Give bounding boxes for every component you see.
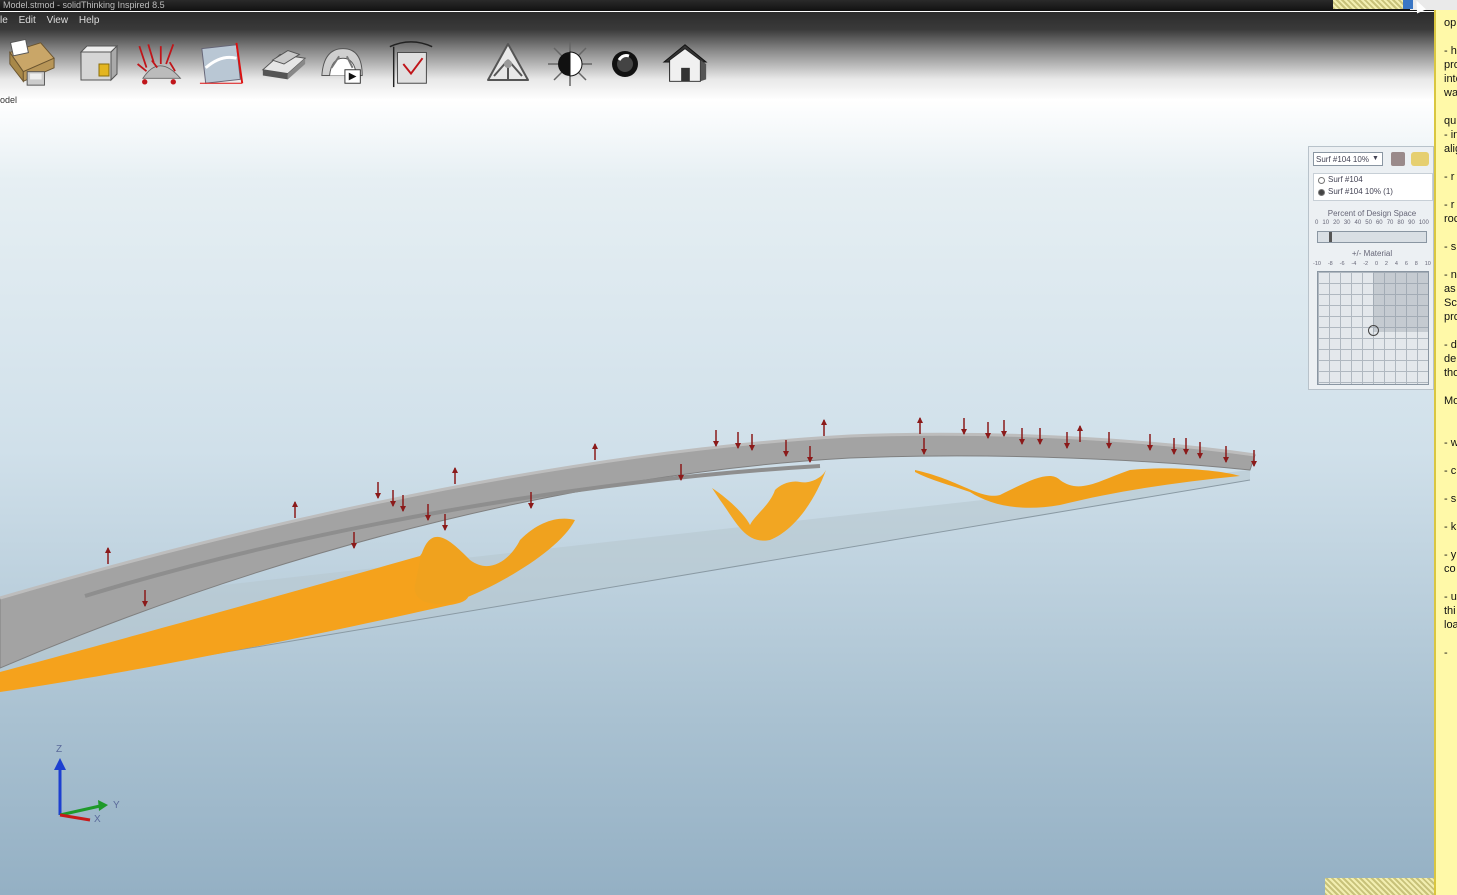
material-tick: 6 — [1404, 261, 1408, 267]
shape-list: Surf #104 Surf #104 10% (1) — [1313, 173, 1433, 201]
load-arrow — [452, 467, 458, 484]
percent-tick: 60 — [1375, 220, 1383, 226]
material-tick: 4 — [1394, 261, 1398, 267]
material-scale: -10 -8 -6 -4 -2 0 2 4 6 8 10 — [1313, 261, 1431, 267]
note-line: - k — [1444, 521, 1457, 533]
note-line: - r — [1444, 199, 1455, 211]
note-line: - — [1444, 647, 1448, 659]
note-line: - w — [1444, 437, 1457, 449]
material-tick: -2 — [1363, 261, 1369, 267]
percent-scale: 0 10 20 30 40 50 60 70 80 90 100 — [1315, 220, 1429, 226]
3d-viewport[interactable]: Model.stmod - solidThinking Inspired 8.5… — [0, 0, 1434, 895]
load-arrow — [375, 482, 381, 499]
crosshair-icon[interactable] — [1368, 325, 1379, 336]
window-controls-area — [1333, 0, 1413, 9]
note-line: inte — [1444, 73, 1457, 85]
note-line: - y — [1444, 549, 1457, 561]
percent-tick: 70 — [1386, 220, 1394, 226]
note-line: pro — [1444, 59, 1457, 71]
note-line: - s — [1444, 241, 1457, 253]
percent-design-space-title: Percent of Design Space — [1327, 209, 1417, 218]
axis-triad — [54, 758, 108, 822]
percent-tick: 90 — [1408, 220, 1415, 226]
material-grid[interactable] — [1317, 271, 1429, 385]
material-tick: -6 — [1339, 261, 1345, 267]
note-line: qu — [1444, 115, 1457, 127]
load-arrow — [592, 443, 598, 460]
note-line: - n — [1444, 269, 1457, 281]
load-arrow — [105, 547, 111, 564]
note-line: Sc — [1444, 297, 1457, 309]
note-line: - d — [1444, 339, 1457, 351]
note-line: roc — [1444, 213, 1457, 225]
note-line: tho — [1444, 367, 1457, 379]
percent-tick: 50 — [1365, 220, 1372, 226]
percent-tick: 100 — [1418, 220, 1429, 226]
note-line: alig — [1444, 143, 1457, 155]
material-tick: -8 — [1327, 261, 1333, 267]
slider-handle[interactable] — [1328, 232, 1332, 242]
note-line: - h — [1444, 45, 1457, 57]
load-arrow — [292, 501, 298, 518]
load-arrow — [713, 430, 719, 447]
notes-panel[interactable]: op - h pro inte wa qu - in alig - r - r roc - s - n a… — [1434, 0, 1457, 895]
percent-tick: 20 — [1333, 220, 1340, 226]
note-line: - in — [1444, 129, 1457, 141]
axis-x-label: X — [94, 814, 101, 825]
load-arrow — [821, 419, 827, 436]
note-line: op — [1444, 17, 1457, 29]
note-line: de — [1444, 353, 1457, 365]
maximize-icon[interactable] — [1403, 0, 1413, 9]
save-shape-icon[interactable] — [1411, 152, 1429, 166]
shape-explorer-panel: Surf #104 10% ▼ Surf #104 Surf #104 10% … — [1308, 146, 1434, 390]
shape-label: Surf #104 10% (1) — [1328, 187, 1393, 196]
material-tick: 2 — [1384, 261, 1388, 267]
status-hatch — [1325, 878, 1434, 895]
note-line: Mo — [1444, 395, 1457, 407]
note-line: as — [1444, 283, 1456, 295]
shape-list-item-1[interactable]: Surf #104 — [1314, 174, 1432, 186]
note-line: - c — [1444, 465, 1457, 477]
material-tick: 0 — [1374, 261, 1379, 267]
percent-tick: 0 — [1315, 220, 1319, 226]
percent-tick: 30 — [1343, 220, 1351, 226]
material-tick: -4 — [1351, 261, 1357, 267]
percent-design-space-slider[interactable] — [1317, 231, 1427, 243]
material-title: +/- Material — [1351, 249, 1393, 258]
material-tick: -10 — [1313, 261, 1321, 267]
radio-button[interactable] — [1318, 188, 1325, 196]
material-tick: 8 — [1414, 261, 1418, 267]
model-scene — [0, 417, 1257, 822]
note-line: thi — [1444, 605, 1456, 617]
note-line: loa — [1444, 619, 1457, 631]
shape-select-value: Surf #104 10% — [1316, 155, 1369, 164]
load-arrow — [961, 418, 967, 435]
shape-list-item-2[interactable]: Surf #104 10% (1) — [1314, 186, 1432, 198]
percent-tick: 80 — [1397, 220, 1405, 226]
note-line: - s — [1444, 493, 1457, 505]
axis-y-label: Y — [113, 800, 120, 811]
note-line: wa — [1444, 87, 1457, 99]
axis-z-label: Z — [56, 744, 63, 755]
chevron-down-icon[interactable]: ▼ — [1372, 155, 1379, 162]
percent-tick: 10 — [1322, 220, 1330, 226]
shape-label: Surf #104 — [1328, 175, 1363, 184]
note-line: - u — [1444, 591, 1457, 603]
percent-tick: 40 — [1354, 220, 1362, 226]
load-arrow — [917, 417, 923, 434]
material-tick: 10 — [1424, 261, 1431, 267]
note-line: - r — [1444, 171, 1455, 183]
radio-button[interactable] — [1318, 176, 1325, 184]
export-shape-icon[interactable] — [1391, 152, 1405, 166]
note-line: pro — [1444, 311, 1457, 323]
note-line: co — [1444, 563, 1456, 575]
